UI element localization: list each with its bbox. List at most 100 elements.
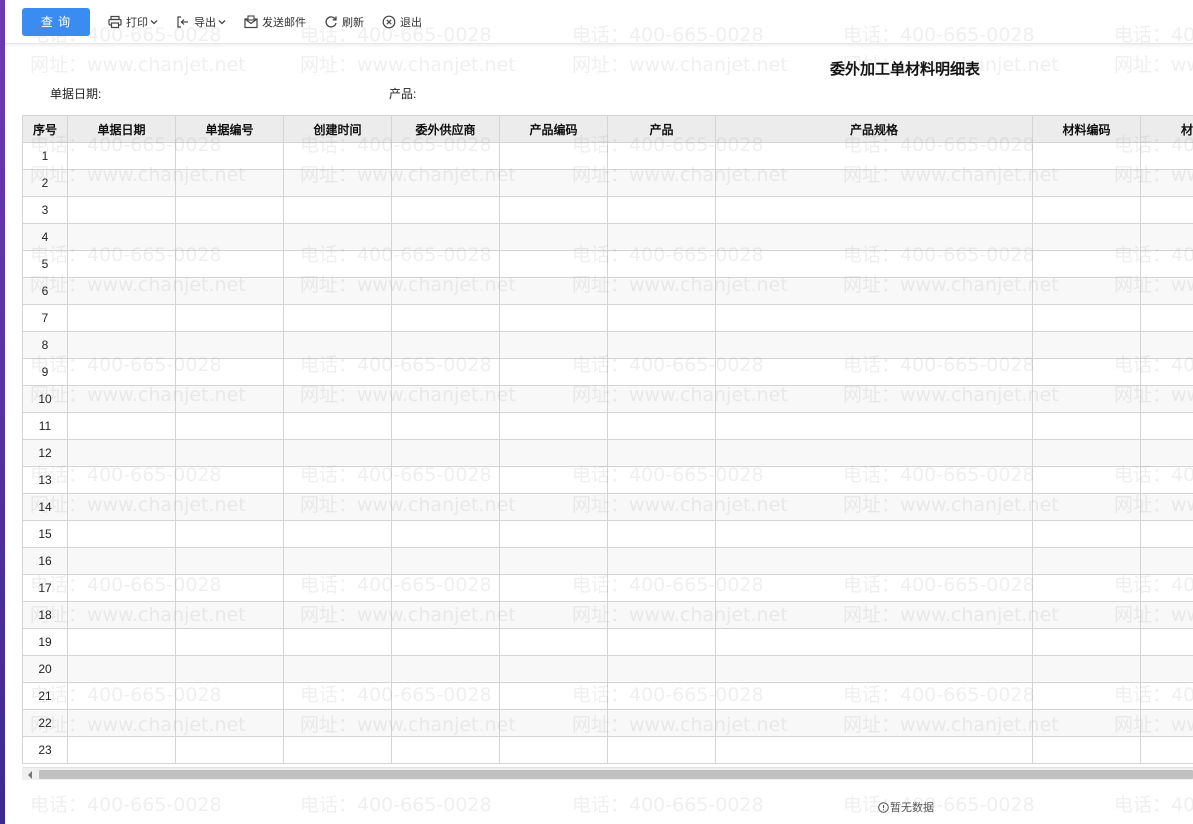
table-cell: [1140, 142, 1193, 170]
table-cell: [715, 358, 1033, 386]
column-header[interactable]: 创建时间: [283, 115, 392, 143]
table-cell: [67, 709, 176, 737]
row-number-cell: 8: [22, 331, 68, 359]
table-row[interactable]: 3: [22, 196, 1193, 224]
table-row[interactable]: 12: [22, 439, 1193, 467]
table-cell: [715, 709, 1033, 737]
table-cell: [175, 628, 284, 656]
query-button[interactable]: 查 询: [22, 7, 90, 36]
table-cell: [1140, 574, 1193, 602]
table-cell: [175, 250, 284, 278]
column-header[interactable]: 材料编码: [1032, 115, 1141, 143]
column-header[interactable]: 材: [1140, 115, 1193, 143]
table-cell: [1140, 655, 1193, 683]
watermark-site: 网址：www.chanjet.net: [30, 820, 246, 824]
table-cell: [499, 655, 608, 683]
table-row[interactable]: 23: [22, 736, 1193, 764]
table-row[interactable]: 11: [22, 412, 1193, 440]
table-cell: [391, 223, 500, 251]
table-row[interactable]: 19: [22, 628, 1193, 656]
table-row[interactable]: 5: [22, 250, 1193, 278]
table-cell: [67, 628, 176, 656]
refresh-button[interactable]: 刷新: [324, 8, 364, 36]
column-header[interactable]: 序号: [22, 115, 68, 143]
table-cell: [607, 520, 716, 548]
table-cell: [391, 547, 500, 575]
table-cell: [715, 385, 1033, 413]
table-row[interactable]: 10: [22, 385, 1193, 413]
table-row[interactable]: 14: [22, 493, 1193, 521]
table-cell: [283, 385, 392, 413]
table-cell: [499, 547, 608, 575]
table-row[interactable]: 9: [22, 358, 1193, 386]
table-row[interactable]: 1: [22, 142, 1193, 170]
column-header[interactable]: 单据编号: [175, 115, 284, 143]
table-cell: [283, 331, 392, 359]
table-cell: [607, 736, 716, 764]
column-header[interactable]: 单据日期: [67, 115, 176, 143]
row-number-cell: 3: [22, 196, 68, 224]
table-cell: [283, 709, 392, 737]
column-header[interactable]: 产品编码: [499, 115, 608, 143]
exit-button[interactable]: 退出: [382, 8, 422, 36]
row-number-cell: 20: [22, 655, 68, 683]
table-cell: [67, 655, 176, 683]
table-cell: [715, 169, 1033, 197]
table-cell: [391, 196, 500, 224]
scrollbar-thumb[interactable]: [39, 770, 1193, 779]
print-button[interactable]: 打印: [108, 8, 158, 36]
table-cell: [607, 574, 716, 602]
row-number-cell: 22: [22, 709, 68, 737]
send-email-button[interactable]: 发送邮件: [244, 8, 306, 36]
table-cell: [607, 196, 716, 224]
scroll-left-arrow-icon[interactable]: [22, 768, 38, 781]
watermark-site: 网址：www.chanjet.net: [572, 820, 788, 824]
table-row[interactable]: 21: [22, 682, 1193, 710]
row-number-cell: 16: [22, 547, 68, 575]
table-cell: [607, 709, 716, 737]
table-cell: [283, 277, 392, 305]
table-cell: [499, 304, 608, 332]
table-row[interactable]: 15: [22, 520, 1193, 548]
table-row[interactable]: 8: [22, 331, 1193, 359]
column-header[interactable]: 产品: [607, 115, 716, 143]
table-cell: [1032, 520, 1141, 548]
table-row[interactable]: 17: [22, 574, 1193, 602]
table-cell: [175, 412, 284, 440]
table-cell: [499, 412, 608, 440]
table-cell: [499, 277, 608, 305]
table-cell: [1032, 358, 1141, 386]
table-row[interactable]: 22: [22, 709, 1193, 737]
horizontal-scrollbar[interactable]: [22, 767, 1193, 780]
table-cell: [67, 520, 176, 548]
table-cell: [607, 547, 716, 575]
send-email-label: 发送邮件: [262, 16, 306, 29]
table-row[interactable]: 16: [22, 547, 1193, 575]
table-row[interactable]: 7: [22, 304, 1193, 332]
table-cell: [283, 682, 392, 710]
export-button[interactable]: 导出: [176, 8, 226, 36]
row-number-cell: 2: [22, 169, 68, 197]
table-row[interactable]: 20: [22, 655, 1193, 683]
table-cell: [175, 223, 284, 251]
mail-icon: [244, 14, 258, 29]
table-row[interactable]: 13: [22, 466, 1193, 494]
table-cell: [499, 574, 608, 602]
column-header[interactable]: 产品规格: [715, 115, 1033, 143]
watermark-site: 网址：www.chanjet.net: [30, 54, 246, 76]
table-cell: [499, 493, 608, 521]
row-number-cell: 12: [22, 439, 68, 467]
table-row[interactable]: 4: [22, 223, 1193, 251]
table-cell: [391, 277, 500, 305]
table-cell: [1140, 331, 1193, 359]
column-header[interactable]: 委外供应商: [391, 115, 500, 143]
table-cell: [391, 736, 500, 764]
table-cell: [67, 331, 176, 359]
table-cell: [1140, 277, 1193, 305]
table-row[interactable]: 2: [22, 169, 1193, 197]
table-cell: [1032, 655, 1141, 683]
table-cell: [391, 169, 500, 197]
table-row[interactable]: 6: [22, 277, 1193, 305]
table-row[interactable]: 18: [22, 601, 1193, 629]
table-cell: [715, 250, 1033, 278]
